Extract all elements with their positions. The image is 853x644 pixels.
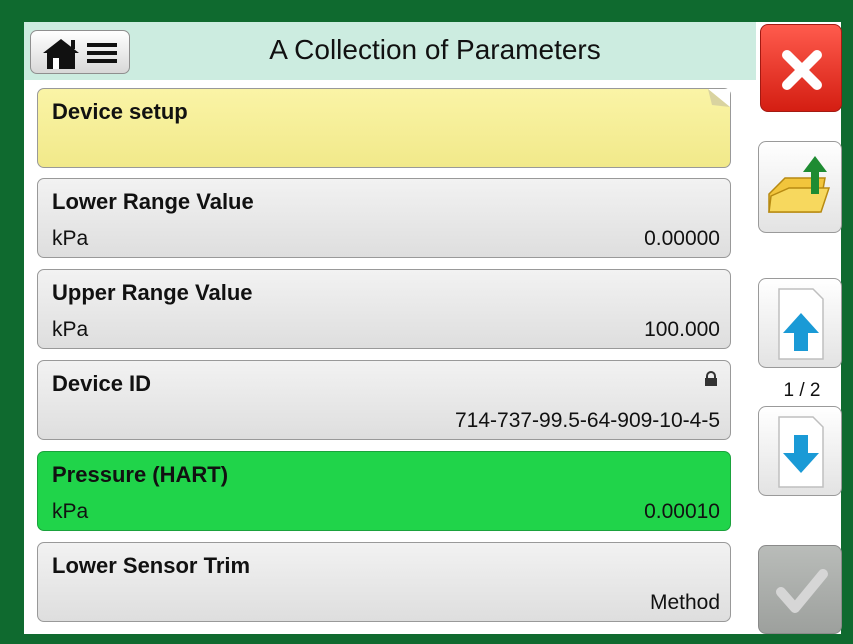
accept-button[interactable] <box>758 545 842 634</box>
parameter-value: Method <box>649 591 720 614</box>
parameter-lower-range-value[interactable]: Lower Range Value kPa 0.00000 <box>37 178 731 258</box>
parameter-title: Pressure (HART) <box>52 462 229 487</box>
folded-corner-icon <box>708 89 730 107</box>
parameter-device-id[interactable]: Device ID 714-737-99.5-64-909-10-4-5 <box>37 360 731 440</box>
parameter-value: 0.00000 <box>644 227 720 250</box>
parameter-title: Lower Range Value <box>52 189 254 214</box>
home-menu-button[interactable] <box>30 30 130 74</box>
checkmark-icon <box>776 569 828 613</box>
parameter-value: 714-737-99.5-64-909-10-4-5 <box>454 409 720 432</box>
parameter-title: Upper Range Value <box>52 280 253 305</box>
parameter-unit: kPa <box>52 227 89 250</box>
parameter-device-setup[interactable]: Device setup <box>37 88 731 168</box>
parameter-value: 100.000 <box>644 318 720 341</box>
parameter-title: Device ID <box>52 371 152 396</box>
parameter-unit: kPa <box>52 318 89 341</box>
open-folder-button[interactable] <box>758 141 842 233</box>
page-up-button[interactable] <box>758 278 842 368</box>
lock-icon <box>705 371 717 386</box>
page-title: A Collection of Parameters <box>269 34 601 65</box>
hamburger-menu-icon <box>87 43 117 63</box>
parameter-unit: kPa <box>52 500 89 523</box>
parameter-lower-sensor-trim[interactable]: Lower Sensor Trim Method <box>37 542 731 622</box>
folder-arrow-up-icon <box>768 156 831 213</box>
page-down-arrow-icon <box>778 416 824 488</box>
page-down-button[interactable] <box>758 406 842 496</box>
parameter-title: Lower Sensor Trim <box>52 553 251 578</box>
page-indicator: 1 / 2 <box>783 380 821 401</box>
parameter-value: 0.00010 <box>644 500 720 523</box>
close-x-icon <box>782 50 822 90</box>
page-up-arrow-icon <box>778 288 824 360</box>
parameter-pressure-hart[interactable]: Pressure (HART) kPa 0.00010 <box>37 451 731 531</box>
close-button[interactable] <box>760 24 842 112</box>
parameter-title: Device setup <box>52 99 188 124</box>
parameter-upper-range-value[interactable]: Upper Range Value kPa 100.000 <box>37 269 731 349</box>
